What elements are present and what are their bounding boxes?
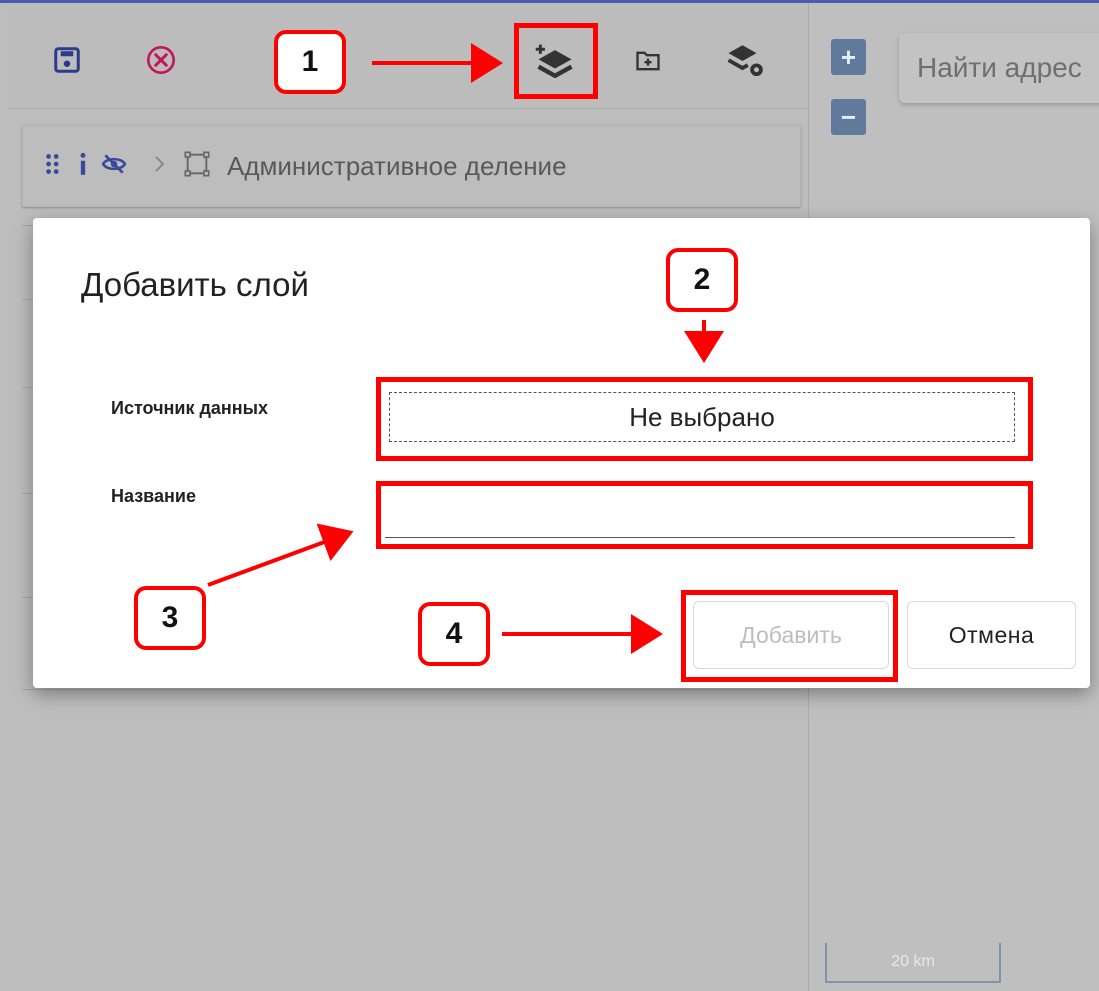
annotation-highlight-name [376, 481, 1033, 549]
zoom-out-button[interactable]: − [831, 99, 866, 135]
name-label: Название [111, 486, 196, 506]
layer-tree-root-title: Административное деление [227, 150, 567, 181]
annotation-highlight-add-layer [514, 23, 598, 99]
add-folder-icon[interactable] [626, 39, 670, 83]
polygon-icon [183, 150, 211, 183]
annotation-highlight-add-button [681, 590, 898, 682]
save-icon[interactable] [44, 37, 90, 83]
layer-row-divider [22, 689, 801, 690]
annotation-badge-3: 3 [134, 586, 206, 650]
address-search-placeholder: Найти адрес [917, 52, 1082, 83]
map-scale-bar: 20 km [825, 943, 1001, 983]
layer-settings-icon[interactable] [718, 33, 774, 89]
source-label: Источник данных [111, 398, 269, 418]
info-icon[interactable] [77, 151, 89, 182]
chevron-right-icon[interactable] [151, 154, 167, 179]
drag-handle-icon[interactable] [41, 151, 67, 182]
visibility-off-icon[interactable] [99, 151, 129, 182]
layer-tree-root[interactable]: Административное деление [22, 125, 801, 207]
annotation-badge-4: 4 [418, 602, 490, 666]
address-search-input[interactable]: Найти адрес [899, 33, 1099, 103]
annotation-badge-1: 1 [274, 30, 346, 94]
dialog-title: Добавить слой [81, 266, 309, 303]
annotation-highlight-source [376, 377, 1033, 461]
annotation-badge-2: 2 [666, 248, 738, 312]
layers-toolbar [8, 3, 808, 109]
zoom-in-button[interactable]: + [831, 39, 866, 75]
cancel-button[interactable]: Отмена [907, 601, 1076, 669]
close-circle-icon[interactable] [138, 37, 184, 83]
